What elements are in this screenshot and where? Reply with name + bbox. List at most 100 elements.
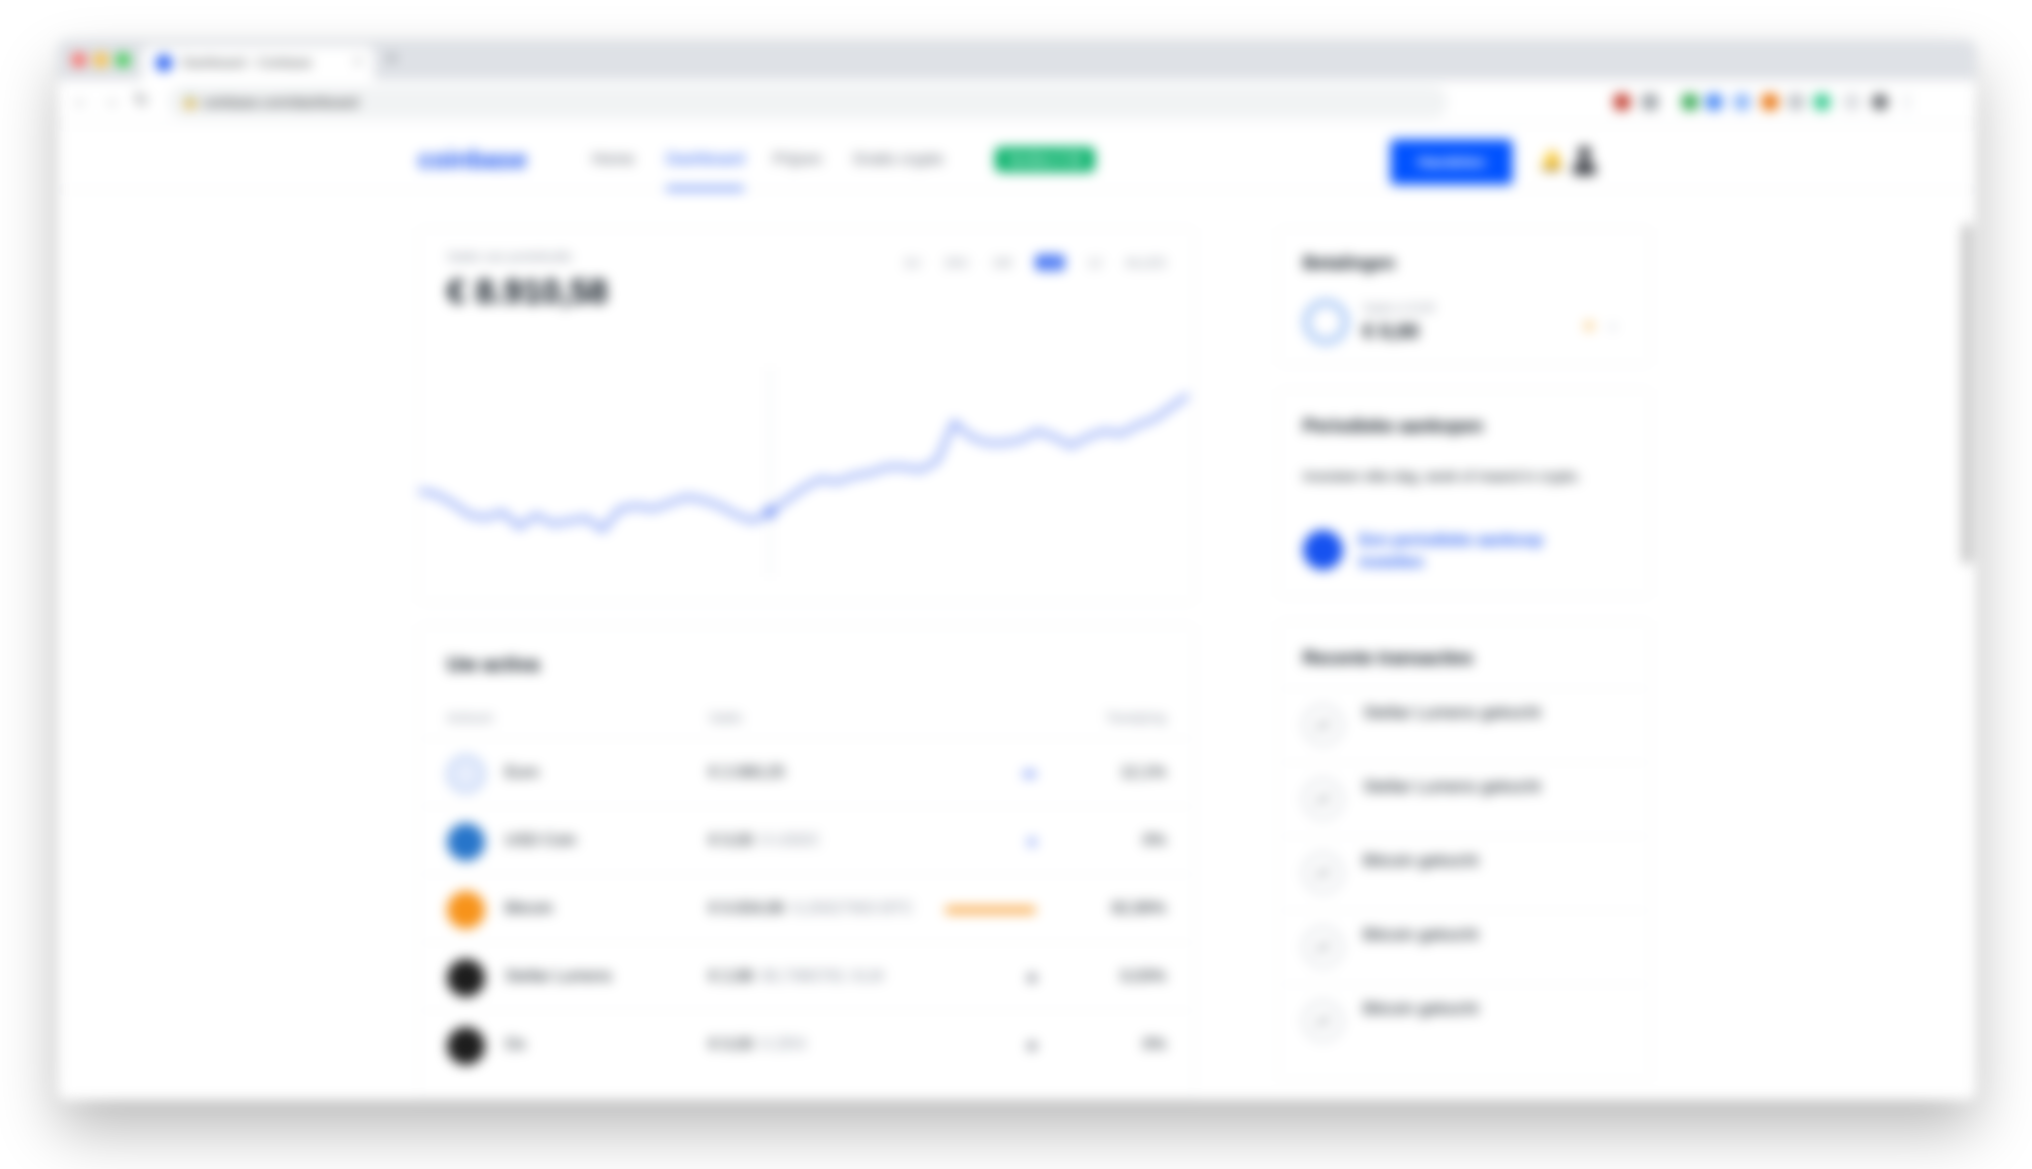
list-item[interactable]: ⇄ Stellar Lumens gekocht <box>1279 762 1650 836</box>
avatar-head <box>1578 146 1591 159</box>
range-tab[interactable]: 1J <box>1088 255 1102 270</box>
series-line <box>419 393 1190 532</box>
bell-icon[interactable]: 🔔 <box>1539 148 1564 173</box>
favicon-icon <box>156 55 172 71</box>
list-item[interactable]: ⇄ Bitcoin gekocht <box>1279 984 1650 1058</box>
asset-balance-value: € 2,88 <box>709 968 754 985</box>
asset-balance-value: € 0,00 <box>709 832 754 849</box>
maximize-window-icon[interactable] <box>116 53 130 67</box>
asset-balance-value: € 6.834,86 <box>709 900 785 917</box>
extension-icon[interactable] <box>1734 94 1750 110</box>
new-tab-icon[interactable]: + <box>386 48 398 71</box>
table-row[interactable]: Stellar Lumens € 2,88 80,7980781 XLM 0,03% <box>419 942 1194 1010</box>
wallet-card: Betalingen Saldo in EUR € 0,00 ★ ⌄ <box>1278 228 1651 365</box>
table-row[interactable]: Ox € 0,00 0 ZRX 0% <box>419 1010 1194 1078</box>
column-header-allocation: Toewijzing <box>1106 710 1166 725</box>
asset-name: Euro <box>505 764 539 781</box>
browser-toolbar: ← → ↻ 🔒 coinbase.com/dashboard <box>58 80 1976 124</box>
extension-icon[interactable] <box>1788 94 1804 110</box>
transaction-title: Stellar Lumens gekocht <box>1363 777 1541 796</box>
page-content: coinbase Home Dashboard Prijzen Gratis c… <box>58 124 1976 1100</box>
extension-icon[interactable] <box>1762 94 1778 110</box>
asset-name: USD Coin <box>505 832 577 849</box>
allocation-percent: 82,89% <box>1111 900 1166 917</box>
browser-tab[interactable]: Dashboard - Coinbase × <box>142 46 374 80</box>
table-row[interactable]: Euro € 2.060,25 12,1% <box>419 738 1194 806</box>
asset-balance-value: € 2.060,25 <box>709 764 785 781</box>
range-tab[interactable]: 1W <box>992 255 1012 270</box>
allocation-bar <box>944 907 1036 913</box>
trade-button[interactable]: Handelen <box>1391 140 1512 184</box>
transactions-title: Recente transacties <box>1303 648 1474 668</box>
transaction-icon: ⇄ <box>1303 779 1343 819</box>
tab-title: Dashboard - Coinbase <box>182 55 313 70</box>
allocation-bar <box>1028 838 1036 846</box>
extension-icon[interactable] <box>1614 94 1630 110</box>
close-window-icon[interactable] <box>72 53 86 67</box>
avatar[interactable] <box>1569 142 1601 178</box>
range-tabs: 1U 24U 1W 1M 1J ALLES <box>904 255 1166 270</box>
extension-icon[interactable] <box>1814 94 1830 110</box>
allocation-percent: 0% <box>1142 1036 1166 1053</box>
list-item[interactable]: ⇄ Stellar Lumens gekocht <box>1279 688 1650 762</box>
table-row[interactable]: Bitcoin € 6.834,86 0,20027903 BTC 82,89% <box>419 874 1194 942</box>
allocation-bar <box>1022 771 1036 777</box>
allocation-percent: 0% <box>1142 832 1166 849</box>
list-item[interactable]: ⇄ Bitcoin gekocht <box>1279 910 1650 984</box>
nav-item-prices[interactable]: Prijzen <box>773 151 822 169</box>
coinbase-logo[interactable]: coinbase <box>418 144 527 175</box>
asset-balance-crypto: 0 USDC <box>761 832 821 849</box>
table-row[interactable]: USD Coin € 0,00 0 USDC 0% <box>419 806 1194 874</box>
nav-item-free-crypto[interactable]: Gratis crypto <box>853 151 944 169</box>
range-tab[interactable]: 1U <box>904 255 921 270</box>
asset-balance-crypto: 0 ZRX <box>761 1036 807 1053</box>
allocation-bar <box>1028 974 1036 982</box>
address-bar[interactable]: 🔒 coinbase.com/dashboard <box>168 86 1448 118</box>
asset-balance-crypto: 0,20027903 BTC <box>792 900 914 917</box>
wallet-icon <box>1303 299 1349 345</box>
blurred-content: Dashboard - Coinbase × + ← → ↻ 🔒 coinbas… <box>0 0 2032 1169</box>
extension-icon[interactable] <box>1682 94 1698 110</box>
extension-icon[interactable] <box>1844 94 1860 110</box>
asset-icon <box>447 1027 485 1065</box>
transaction-icon: ⇄ <box>1303 853 1343 893</box>
range-tab-active[interactable]: 1M <box>1035 255 1064 270</box>
tab-close-icon[interactable]: × <box>354 53 362 69</box>
nav-item-home[interactable]: Home <box>592 151 635 169</box>
portfolio-chart[interactable] <box>419 367 1196 602</box>
menu-icon[interactable] <box>1904 94 1910 110</box>
transaction-icon: ⇄ <box>1303 927 1343 967</box>
lock-icon: 🔒 <box>182 93 199 108</box>
asset-icon <box>447 823 485 861</box>
data-point <box>764 506 777 518</box>
transaction-icon: ⇄ <box>1303 705 1343 745</box>
asset-balance: € 0,00 0 USDC <box>709 832 820 850</box>
profile-icon[interactable] <box>1872 94 1888 110</box>
transaction-title: Bitcoin gekocht <box>1363 925 1479 944</box>
forward-icon[interactable]: → <box>102 90 120 111</box>
chevron-down-icon[interactable]: ⌄ <box>1606 314 1619 334</box>
scrollbar[interactable] <box>1962 224 1972 564</box>
back-icon[interactable]: ← <box>72 90 90 111</box>
star-icon[interactable]: ★ <box>1582 316 1596 336</box>
reload-icon[interactable]: ↻ <box>134 90 149 111</box>
recurring-link[interactable]: Een periodieke aankoop instellen <box>1359 530 1599 574</box>
portfolio-card: Saldo van portefeuille € 8.910,58 1U 24U… <box>418 228 1195 603</box>
range-tab[interactable]: 24U <box>944 255 968 270</box>
tab-strip: Dashboard - Coinbase × + <box>58 40 1976 80</box>
list-item[interactable]: ⇄ Bitcoin gekocht <box>1279 836 1650 910</box>
assets-card: Uw activa Activum Saldo Toewijzing Euro €… <box>418 625 1195 1100</box>
nav-item-dashboard[interactable]: Dashboard <box>666 151 744 169</box>
asset-icon <box>447 891 485 929</box>
asset-name: Stellar Lumens <box>505 968 612 985</box>
extension-icon[interactable] <box>1706 94 1722 110</box>
extension-icon[interactable] <box>1642 94 1658 110</box>
assets-title: Uw activa <box>447 654 540 676</box>
promo-badge[interactable]: Verdien € 50 <box>995 147 1095 172</box>
recurring-card: Periodieke aankopen Investeer elke dag, … <box>1278 389 1651 597</box>
asset-balance: € 6.834,86 0,20027903 BTC <box>709 900 914 918</box>
active-tab-indicator <box>666 187 744 190</box>
range-tab[interactable]: ALLES <box>1126 255 1166 270</box>
recurring-title: Periodieke aankopen <box>1303 416 1484 436</box>
minimize-window-icon[interactable] <box>94 53 108 67</box>
